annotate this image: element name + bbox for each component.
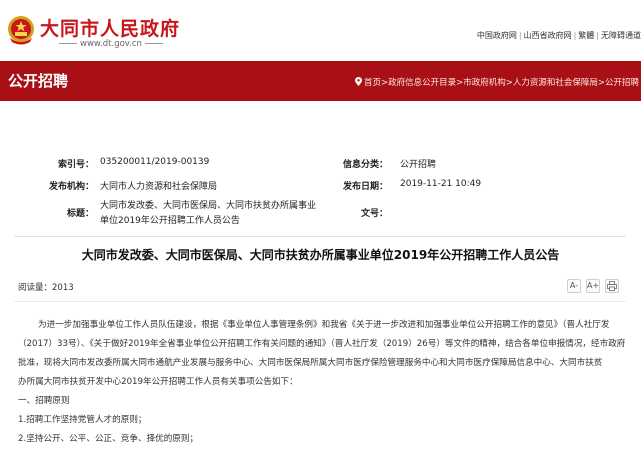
paragraph: 2.坚持公开、公平、公正、竞争、择优的原则； — [18, 434, 199, 444]
font-decrease-button[interactable]: A- — [567, 279, 581, 293]
link-shanxi-gov[interactable]: 山西省政府网 — [524, 31, 572, 40]
read-count: 阅读量：2013 — [18, 283, 74, 293]
link-accessibility[interactable]: 无障碍通道 — [601, 31, 641, 40]
link-traditional[interactable]: 繁體 — [578, 31, 594, 40]
document-meta: 索引号： 035200011/2019-00139 信息分类： 公开招聘 发布机… — [0, 152, 641, 232]
site-url: www.dt.gov.cn — [56, 39, 166, 49]
docno-label: 文号： — [360, 209, 388, 219]
paragraph: 批准，现将大同市发改委所属大同市通航产业发展与服务中心、大同市医保局所属大同市医… — [18, 358, 603, 368]
print-button[interactable] — [605, 279, 619, 293]
section-heading: 一、招聘原则 — [18, 396, 70, 406]
index-value: 035200011/2019-00139 — [100, 157, 210, 167]
org-label: 发布机构： — [48, 182, 94, 192]
font-increase-button[interactable]: A+ — [586, 279, 600, 293]
location-pin-icon — [355, 77, 362, 86]
site-title[interactable]: 大同市人民政府 — [40, 14, 180, 41]
breadcrumb-text[interactable]: 首页>政府信息公开目录>市政府机构>人力资源和社会保障局>公开招聘 — [364, 78, 639, 88]
national-emblem-icon — [8, 16, 34, 45]
paragraph: 为进一步加强事业单位工作人员队伍建设，根据《事业单位人事管理条例》和我省《关于进… — [38, 320, 610, 330]
subject-line2: 单位2019年公开招聘工作人员公告 — [100, 216, 240, 226]
subject-line1: 大同市发改委、大同市医保局、大同市扶贫办所属事业 — [100, 201, 317, 211]
index-label: 索引号： — [57, 160, 94, 170]
section-title: 公开招聘 — [8, 72, 69, 90]
date-value: 2019-11-21 10:49 — [400, 179, 482, 189]
date-label: 发布日期： — [342, 182, 388, 192]
print-icon — [607, 281, 617, 291]
category-label: 信息分类： — [342, 160, 388, 170]
paragraph: 1.招聘工作坚持党管人才的原则； — [18, 415, 147, 425]
paragraph: 办所属大同市扶贫开发中心2019年公开招聘工作人员有关事项公告如下： — [18, 377, 298, 387]
subject-label: 标题： — [66, 209, 94, 219]
link-gov-cn[interactable]: 中国政府网 — [477, 31, 517, 40]
site-header: 大同市人民政府 www.dt.gov.cn 中国政府网 | 山西省政府网 | 繁體 | 无障… — [0, 0, 641, 60]
top-links: 中国政府网 | 山西省政府网 | 繁體 | 无障碍通道 — [476, 31, 641, 40]
section-bar: 公开招聘 首页>政府信息公开目录>市政府机构>人力资源和社会保障局>公开招聘 — [0, 61, 641, 101]
article-title: 大同市发改委、大同市医保局、大同市扶贫办所属事业单位2019年公开招聘工作人员公… — [81, 248, 560, 262]
category-value: 公开招聘 — [400, 160, 437, 170]
org-value: 大同市人力资源和社会保障局 — [100, 182, 218, 192]
breadcrumb: 首页>政府信息公开目录>市政府机构>人力资源和社会保障局>公开招聘 — [355, 76, 639, 88]
divider — [14, 301, 626, 302]
paragraph: （2017）33号）、《关于做好2019年全省事业单位公开招聘工作有关问题的通知… — [18, 339, 626, 349]
divider — [14, 236, 626, 237]
